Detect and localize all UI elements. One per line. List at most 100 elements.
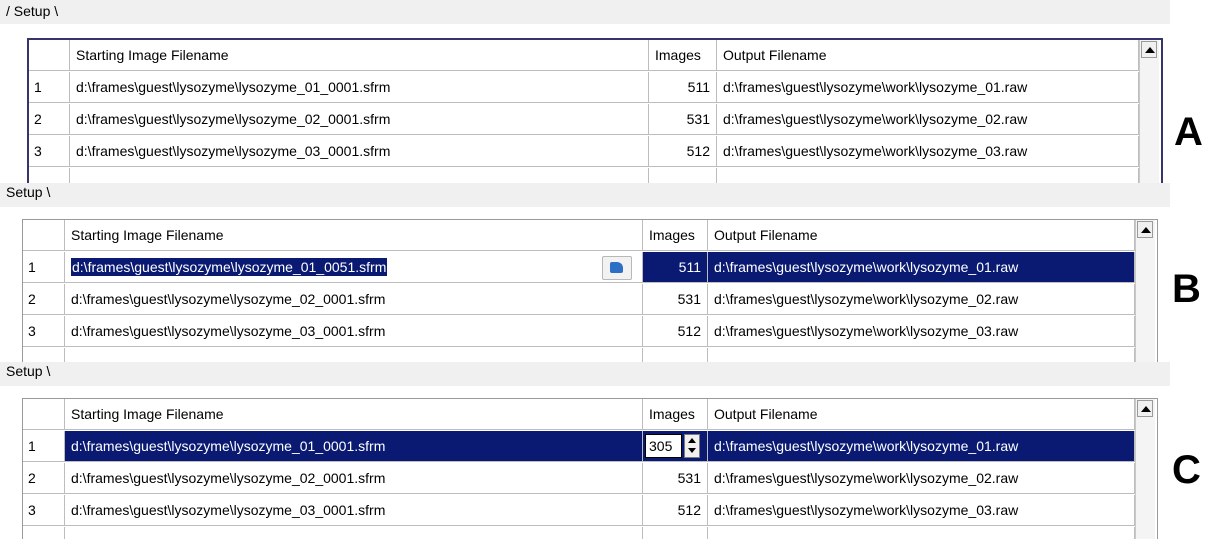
folder-browse-icon[interactable] [602, 256, 632, 280]
tab-setup[interactable]: Setup \ [6, 363, 50, 379]
table-row[interactable]: 2 d:\frames\guest\lysozyme\lysozyme_02_0… [23, 463, 1157, 495]
row-number[interactable]: 2 [23, 284, 65, 315]
tab-setup[interactable]: Setup \ [6, 184, 50, 200]
filename-cell[interactable]: d:\frames\guest\lysozyme\lysozyme_01_000… [70, 72, 649, 103]
row-number[interactable]: 3 [23, 316, 65, 347]
output-cell[interactable]: d:\frames\guest\lysozyme\work\lysozyme_0… [708, 463, 1135, 494]
table-row-selected[interactable]: 1 d:\frames\guest\lysozyme\lysozyme_01_0… [23, 252, 1157, 284]
corner-header [23, 399, 65, 430]
row-number[interactable]: 4 [23, 348, 65, 362]
table-row[interactable]: 3 d:\frames\guest\lysozyme\lysozyme_03_0… [23, 495, 1157, 527]
col-header-images[interactable]: Images [643, 220, 708, 251]
images-cell[interactable] [649, 168, 717, 183]
col-header-output[interactable]: Output Filename [708, 220, 1135, 251]
header-row: Starting Image Filename Images Output Fi… [23, 399, 1157, 431]
panel-b: Setup \ Starting Image Filename Images O… [0, 183, 1220, 362]
filename-cell[interactable]: d:\frames\guest\lysozyme\lysozyme_02_000… [70, 104, 649, 135]
table-row[interactable]: 4 [23, 348, 1157, 362]
table-row[interactable]: 3 d:\frames\guest\lysozyme\lysozyme_03_0… [23, 316, 1157, 348]
images-cell[interactable] [643, 348, 708, 362]
corner-header [23, 220, 65, 251]
scroll-up-arrow-icon[interactable] [1137, 221, 1153, 238]
tab-strip: Setup \ [0, 362, 1170, 386]
images-cell[interactable]: 531 [643, 463, 708, 494]
filename-edit-text[interactable]: d:\frames\guest\lysozyme\lysozyme_01_005… [71, 258, 388, 276]
vertical-scrollbar[interactable] [1135, 220, 1155, 362]
setup-grid[interactable]: Starting Image Filename Images Output Fi… [27, 38, 1163, 183]
vertical-scrollbar[interactable] [1135, 399, 1155, 539]
setup-grid[interactable]: Starting Image Filename Images Output Fi… [22, 398, 1158, 539]
images-cell[interactable]: 531 [643, 284, 708, 315]
filename-cell[interactable]: d:\frames\guest\lysozyme\lysozyme_03_000… [70, 136, 649, 167]
images-cell[interactable]: 512 [643, 316, 708, 347]
output-cell[interactable] [708, 527, 1135, 539]
table-row-selected[interactable]: 1 d:\frames\guest\lysozyme\lysozyme_01_0… [23, 431, 1157, 463]
output-cell[interactable]: d:\frames\guest\lysozyme\work\lysozyme_0… [717, 104, 1139, 135]
col-header-filename[interactable]: Starting Image Filename [65, 399, 643, 430]
output-cell[interactable]: d:\frames\guest\lysozyme\work\lysozyme_0… [708, 495, 1135, 526]
filename-cell[interactable]: d:\frames\guest\lysozyme\lysozyme_02_000… [65, 463, 643, 494]
setup-grid[interactable]: Starting Image Filename Images Output Fi… [22, 219, 1158, 362]
col-header-images[interactable]: Images [643, 399, 708, 430]
images-cell[interactable]: 511 [643, 252, 708, 283]
output-cell[interactable]: d:\frames\guest\lysozyme\work\lysozyme_0… [717, 136, 1139, 167]
images-spin-cell[interactable]: 305 [643, 431, 708, 462]
output-cell[interactable] [708, 348, 1135, 362]
panel-letter: A [1174, 110, 1203, 154]
output-cell[interactable]: d:\frames\guest\lysozyme\work\lysozyme_0… [708, 284, 1135, 315]
panel-letter: B [1172, 267, 1201, 311]
panel-c: Setup \ Starting Image Filename Images O… [0, 362, 1220, 539]
table-row[interactable]: 4 [23, 527, 1157, 539]
images-spin-input[interactable]: 305 [645, 434, 682, 458]
images-cell[interactable] [643, 527, 708, 539]
row-number[interactable]: 2 [29, 104, 70, 135]
row-number[interactable]: 4 [23, 527, 65, 539]
col-header-images[interactable]: Images [649, 40, 717, 71]
images-cell[interactable]: 511 [649, 72, 717, 103]
row-number[interactable]: 1 [29, 72, 70, 103]
output-cell[interactable]: d:\frames\guest\lysozyme\work\lysozyme_0… [708, 252, 1135, 283]
output-cell[interactable]: d:\frames\guest\lysozyme\work\lysozyme_0… [708, 316, 1135, 347]
table-row[interactable]: 2 d:\frames\guest\lysozyme\lysozyme_02_0… [29, 104, 1161, 136]
row-number[interactable]: 3 [23, 495, 65, 526]
tab-strip: Setup \ [0, 183, 1170, 207]
scroll-up-arrow-icon[interactable] [1141, 41, 1157, 58]
row-number[interactable]: 2 [23, 463, 65, 494]
filename-cell[interactable]: d:\frames\guest\lysozyme\lysozyme_03_000… [65, 316, 643, 347]
table-row[interactable]: 1 d:\frames\guest\lysozyme\lysozyme_01_0… [29, 72, 1161, 104]
row-number[interactable]: 1 [23, 431, 65, 462]
table-row[interactable]: 2 d:\frames\guest\lysozyme\lysozyme_02_0… [23, 284, 1157, 316]
images-cell[interactable]: 512 [643, 495, 708, 526]
table-row[interactable]: 3 d:\frames\guest\lysozyme\lysozyme_03_0… [29, 136, 1161, 168]
images-cell[interactable]: 531 [649, 104, 717, 135]
filename-cell[interactable]: d:\frames\guest\lysozyme\lysozyme_01_000… [65, 431, 643, 462]
tab-strip: / Setup \ [0, 0, 1170, 24]
filename-cell[interactable] [65, 527, 643, 539]
output-cell[interactable]: d:\frames\guest\lysozyme\work\lysozyme_0… [717, 72, 1139, 103]
spin-up-down-icon[interactable] [684, 434, 700, 458]
images-cell[interactable]: 512 [649, 136, 717, 167]
row-number[interactable]: 4 [29, 168, 70, 183]
table-row[interactable]: 4 [29, 168, 1161, 183]
header-row: Starting Image Filename Images Output Fi… [23, 220, 1157, 252]
filename-edit-cell[interactable]: d:\frames\guest\lysozyme\lysozyme_01_005… [65, 252, 643, 283]
filename-cell[interactable] [65, 348, 643, 362]
row-number[interactable]: 1 [23, 252, 65, 283]
row-number[interactable]: 3 [29, 136, 70, 167]
scroll-up-arrow-icon[interactable] [1137, 400, 1153, 417]
corner-header [29, 40, 70, 71]
col-header-output[interactable]: Output Filename [717, 40, 1139, 71]
panel-letter: C [1172, 448, 1201, 492]
output-cell[interactable] [717, 168, 1139, 183]
header-row: Starting Image Filename Images Output Fi… [29, 40, 1161, 72]
filename-cell[interactable] [70, 168, 649, 183]
col-header-filename[interactable]: Starting Image Filename [65, 220, 643, 251]
filename-cell[interactable]: d:\frames\guest\lysozyme\lysozyme_03_000… [65, 495, 643, 526]
panel-a: / Setup \ Starting Image Filename Images… [0, 0, 1220, 183]
vertical-scrollbar[interactable] [1139, 40, 1159, 183]
tab-setup[interactable]: / Setup \ [6, 3, 58, 19]
col-header-output[interactable]: Output Filename [708, 399, 1135, 430]
output-cell[interactable]: d:\frames\guest\lysozyme\work\lysozyme_0… [708, 431, 1135, 462]
filename-cell[interactable]: d:\frames\guest\lysozyme\lysozyme_02_000… [65, 284, 643, 315]
col-header-filename[interactable]: Starting Image Filename [70, 40, 649, 71]
